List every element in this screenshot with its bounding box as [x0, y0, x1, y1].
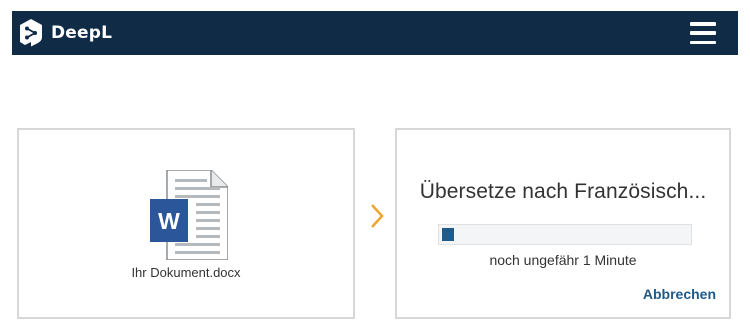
source-document-panel: W Ihr Dokument.docx — [17, 128, 355, 319]
time-remaining-text: noch ungefähr 1 Minute — [489, 252, 637, 268]
cancel-button[interactable]: Abbrechen — [643, 286, 716, 302]
document-file-name: Ihr Dokument.docx — [131, 265, 241, 280]
svg-text:W: W — [158, 208, 180, 234]
brand[interactable]: DeepL — [18, 18, 112, 48]
translation-status-text: Übersetze nach Französisch... — [419, 180, 707, 203]
chevron-right-icon — [371, 204, 384, 228]
deepl-logo-icon — [20, 19, 42, 47]
progress-bar-fill — [442, 228, 454, 241]
progress-bar — [438, 224, 692, 245]
top-navigation-bar: DeepL — [12, 11, 738, 55]
brand-name: DeepL — [51, 23, 113, 43]
hamburger-menu-icon[interactable] — [690, 22, 716, 44]
translation-progress-panel: Übersetze nach Französisch... noch ungef… — [395, 128, 731, 319]
word-document-icon: W — [150, 170, 228, 260]
